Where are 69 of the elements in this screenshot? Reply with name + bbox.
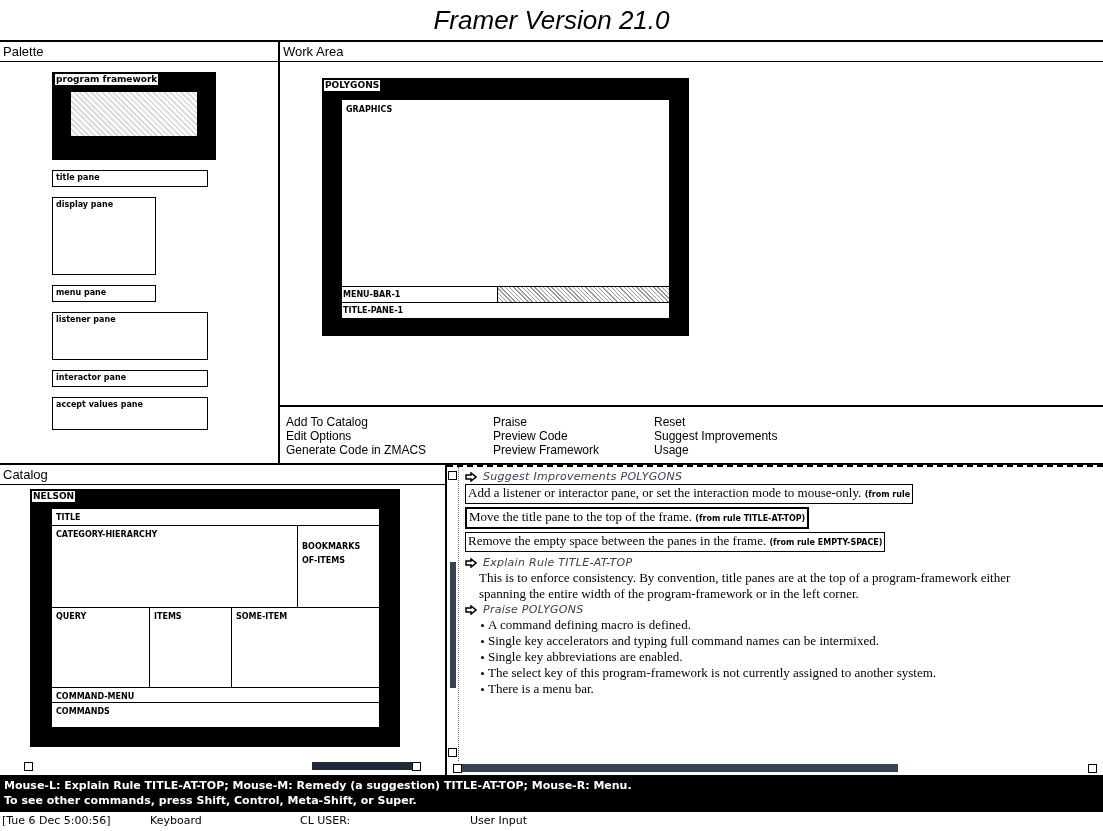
pointing-hand-icon xyxy=(465,557,477,568)
pane-layout[interactable]: TITLE-PANE-1 xyxy=(342,302,669,318)
bullet-icon xyxy=(481,688,484,691)
menu-command[interactable]: Praise xyxy=(493,415,527,429)
palette-item[interactable]: accept values pane xyxy=(52,397,208,430)
pane-title: Work Area xyxy=(283,42,344,61)
scrollbar[interactable] xyxy=(312,762,412,770)
status-field: Keyboard xyxy=(150,813,300,830)
pane-layout[interactable]: SOME-ITEM xyxy=(231,608,379,687)
frame-preview[interactable]: POLYGONS GRAPHICS MENU-BAR-1 TITLE-PANE-1 xyxy=(322,78,689,336)
bullet-icon xyxy=(481,672,484,675)
scroll-box-icon[interactable] xyxy=(1088,763,1097,773)
palette-item[interactable]: interactor pane xyxy=(52,370,208,387)
mouse-help-line: To see other commands, press Shift, Control, Meta-Shift, or Super. xyxy=(4,793,418,808)
frame-name: POLYGONS xyxy=(324,80,381,91)
section-heading[interactable]: Suggest Improvements POLYGONS xyxy=(483,468,683,485)
menu-command[interactable]: Generate Code in ZMACS xyxy=(286,443,427,457)
praise-item: There is a menu bar. xyxy=(488,681,594,697)
scroll-box-icon[interactable] xyxy=(412,761,421,771)
pane-layout[interactable]: GRAPHICS xyxy=(342,100,669,286)
palette-item[interactable]: title pane xyxy=(52,170,208,187)
scrollbar[interactable] xyxy=(462,764,898,772)
explanation-text: This is to enforce consistency. By convention, title panes are at the top of a program-framework either spanning the entire width of the program-framework or in the left corner. xyxy=(478,570,1012,602)
palette-item[interactable]: program framework xyxy=(52,72,216,160)
scroll-box-icon[interactable] xyxy=(24,761,33,771)
status-field: [Tue 6 Dec 5:00:56] xyxy=(2,813,150,830)
praise-item: Single key abbreviations are enabled. xyxy=(488,649,683,665)
pane-layout[interactable]: MENU-BAR-1 xyxy=(342,287,497,302)
scroll-box-icon[interactable] xyxy=(448,471,457,480)
suggestion-item[interactable]: Remove the empty space between the panes in the frame. (from rule EMPTY-SPACE) xyxy=(465,532,886,552)
pane-layout[interactable]: COMMAND-MENU xyxy=(52,687,379,702)
praise-item: Single key accelerators and typing full command names can be intermixed. xyxy=(488,633,879,649)
pane-layout[interactable]: QUERY xyxy=(52,608,149,687)
status-field: CL USER: xyxy=(300,813,470,830)
mouse-help-line: Mouse-L: Explain Rule TITLE-AT-TOP; Mouse-M: Remedy (a suggestion) TITLE-AT-TOP; Mouse-R: Menu. xyxy=(4,778,633,793)
pane-title: Palette xyxy=(3,42,44,61)
scroll-box-icon[interactable] xyxy=(448,748,457,757)
menu-command[interactable]: Preview Code xyxy=(493,429,568,443)
menu-command[interactable]: Reset xyxy=(654,415,686,429)
menu-command[interactable]: Edit Options xyxy=(286,429,352,443)
pane-layout[interactable]: TITLE xyxy=(52,509,379,525)
menu-command[interactable]: Preview Framework xyxy=(493,443,600,457)
status-field: User Input xyxy=(470,813,528,830)
frame-name: NELSON xyxy=(32,491,76,502)
pointing-hand-icon xyxy=(465,471,477,482)
palette-item[interactable]: menu pane xyxy=(52,285,156,302)
section-heading[interactable]: Explain Rule TITLE-AT-TOP xyxy=(483,554,633,571)
praise-item: The select key of this program-framework is not currently assigned to another system. xyxy=(488,665,936,681)
suggestion-item[interactable]: Add a listener or interactor pane, or set the interaction mode to mouse-only. (from rule xyxy=(465,484,914,504)
bullet-icon xyxy=(481,624,484,627)
palette-item[interactable]: display pane xyxy=(52,197,156,275)
section-heading[interactable]: Praise POLYGONS xyxy=(483,601,584,618)
frame-preview[interactable]: NELSON TITLE CATEGORY-HIERARCHY BOOKMARKS OF-ITEMS QUERY ITEMS SOME-ITEM COMMAND-MENU COMMANDS xyxy=(30,489,400,747)
palette-item[interactable]: listener pane xyxy=(52,312,208,360)
pointing-hand-icon xyxy=(465,604,477,615)
menu-command[interactable]: Add To Catalog xyxy=(286,415,368,429)
pane-layout[interactable]: BOOKMARKS OF-ITEMS xyxy=(297,526,379,607)
pane-layout[interactable]: COMMANDS xyxy=(52,702,379,727)
pane-layout[interactable]: ITEMS xyxy=(149,608,231,687)
bullet-icon xyxy=(481,640,484,643)
menu-command[interactable]: Usage xyxy=(654,443,689,457)
suggestion-item[interactable]: Move the title pane to the top of the frame. (from rule TITLE-AT-TOP) xyxy=(465,507,810,529)
pane-title: Catalog xyxy=(3,465,48,484)
window-title: Framer Version 21.0 xyxy=(433,3,670,37)
scrollbar[interactable] xyxy=(449,562,456,688)
bullet-icon xyxy=(481,656,484,659)
menu-command[interactable]: Suggest Improvements xyxy=(654,429,778,443)
praise-item: A command defining macro is defined. xyxy=(488,617,691,633)
pane-layout[interactable]: CATEGORY-HIERARCHY xyxy=(52,526,297,607)
